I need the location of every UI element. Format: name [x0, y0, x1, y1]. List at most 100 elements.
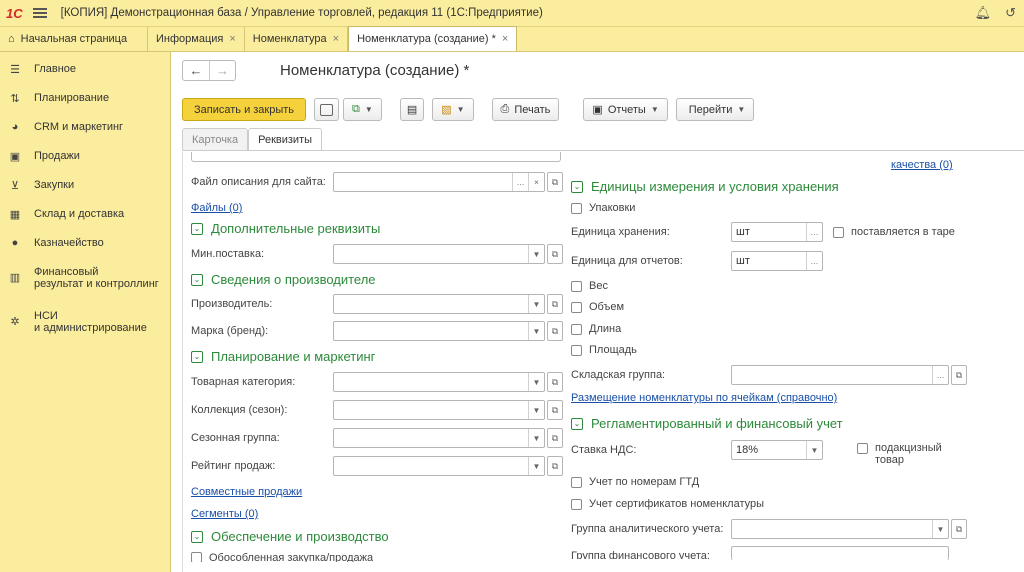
- chevron-down-icon[interactable]: ▼: [528, 401, 544, 419]
- warehouse-group-input[interactable]: …: [731, 365, 949, 385]
- excise-checkbox[interactable]: подакцизный товар: [857, 442, 942, 466]
- open-icon[interactable]: ⧉: [951, 519, 967, 539]
- create-based-button[interactable]: ⧉ ▼: [343, 98, 382, 121]
- open-icon[interactable]: ⧉: [547, 456, 563, 476]
- open-icon[interactable]: ⧉: [547, 428, 563, 448]
- sidebar-item-main[interactable]: ☰ Главное: [0, 54, 170, 83]
- chevron-down-icon[interactable]: ▼: [932, 520, 948, 538]
- manufacturer-label: Производитель:: [191, 298, 273, 310]
- open-icon[interactable]: ⧉: [547, 294, 563, 314]
- history-icon[interactable]: ↺: [1005, 5, 1016, 21]
- files-link[interactable]: Файлы (0): [191, 202, 242, 214]
- placement-link[interactable]: Размещение номенклатуры по ячейкам (спра…: [571, 392, 837, 404]
- close-icon[interactable]: ×: [229, 33, 235, 45]
- open-icon[interactable]: ⧉: [547, 244, 563, 264]
- back-button[interactable]: ←: [183, 61, 209, 80]
- length-checkbox[interactable]: Длина: [571, 323, 621, 335]
- rating-input[interactable]: ▼: [333, 456, 545, 476]
- chevron-down-icon[interactable]: ▼: [528, 322, 544, 340]
- tab-home[interactable]: ⌂ Начальная страница: [0, 27, 148, 51]
- site-file-input[interactable]: … ×: [333, 172, 545, 192]
- forward-button[interactable]: →: [209, 61, 235, 80]
- goto-button[interactable]: Перейти ▼: [675, 98, 755, 121]
- open-icon[interactable]: ⧉: [547, 321, 563, 341]
- attach-button[interactable]: ▧ ▼: [432, 98, 474, 121]
- bell-icon[interactable]: 🔔︎: [975, 5, 992, 21]
- sidebar-item-sales[interactable]: ▣ Продажи: [0, 141, 170, 170]
- storage-unit-input[interactable]: шт…: [731, 222, 823, 242]
- storage-unit-label: Единица хранения:: [571, 226, 670, 238]
- tab-nomenclature-create[interactable]: Номенклатура (создание) * ×: [348, 26, 518, 51]
- print-button[interactable]: ⎙ Печать: [491, 98, 560, 121]
- list-button[interactable]: ▤: [399, 98, 425, 121]
- app-logo: 1С: [6, 5, 23, 21]
- chevron-down-icon[interactable]: ▼: [528, 373, 544, 391]
- collection-input[interactable]: ▼: [333, 400, 545, 420]
- warehouse-group-label: Складская группа:: [571, 369, 666, 381]
- section-supply[interactable]: ⌄ Обеспечение и производство: [191, 529, 389, 544]
- select-button[interactable]: …: [512, 173, 528, 191]
- season-group-input[interactable]: ▼: [333, 428, 545, 448]
- category-input[interactable]: ▼: [333, 372, 545, 392]
- sidebar-item-finance[interactable]: ▥ Финансовый результат и контроллинг: [0, 257, 170, 301]
- save-close-button[interactable]: Записать и закрыть: [182, 98, 307, 121]
- select-button[interactable]: …: [806, 252, 822, 270]
- save-button[interactable]: [314, 98, 340, 121]
- tab-info[interactable]: Информация ×: [148, 27, 245, 51]
- quality-link[interactable]: качества (0): [891, 159, 953, 171]
- open-icon[interactable]: ⧉: [547, 372, 563, 392]
- volume-checkbox[interactable]: Объем: [571, 301, 624, 313]
- chevron-down-icon[interactable]: ▼: [528, 245, 544, 263]
- close-icon[interactable]: ×: [502, 33, 508, 45]
- brand-input[interactable]: ▼: [333, 321, 545, 341]
- reports-button[interactable]: ▣ Отчеты ▼: [583, 98, 668, 121]
- tab-requisites[interactable]: Реквизиты: [248, 128, 323, 151]
- section-manufacturer[interactable]: ⌄ Сведения о производителе: [191, 272, 376, 287]
- min-supply-input[interactable]: ▼: [333, 244, 545, 264]
- clear-icon[interactable]: ×: [528, 173, 544, 191]
- tare-checkbox[interactable]: поставляется в таре: [833, 226, 955, 238]
- select-button[interactable]: …: [932, 366, 948, 384]
- section-planning[interactable]: ⌄ Планирование и маркетинг: [191, 349, 375, 364]
- vat-select[interactable]: 18% ▼: [731, 440, 823, 460]
- weight-checkbox[interactable]: Вес: [571, 280, 608, 292]
- analytic-group-input[interactable]: ▼: [731, 519, 949, 539]
- fin-group-input[interactable]: [731, 546, 949, 560]
- report-unit-input[interactable]: шт…: [731, 251, 823, 271]
- sidebar-item-warehouse[interactable]: ▦ Склад и доставка: [0, 199, 170, 228]
- segments-link[interactable]: Сегменты (0): [191, 508, 258, 520]
- packages-checkbox[interactable]: Упаковки: [571, 202, 635, 214]
- open-icon[interactable]: ⧉: [547, 172, 563, 192]
- sidebar-item-label: Казначейство: [34, 237, 104, 249]
- certs-checkbox[interactable]: Учет сертификатов номенклатуры: [571, 498, 764, 510]
- sidebar-item-planning[interactable]: ⇅ Планирование: [0, 83, 170, 112]
- section-regulated[interactable]: ⌄ Регламентированный и финансовый учет: [571, 416, 843, 431]
- chevron-down-icon: ⌄: [191, 273, 203, 286]
- manufacturer-input[interactable]: ▼: [333, 294, 545, 314]
- close-icon[interactable]: ×: [333, 33, 339, 45]
- chevron-down-icon[interactable]: ▼: [528, 429, 544, 447]
- separate-purchase-checkbox[interactable]: Обособленная закупка/продажа: [191, 552, 373, 562]
- home-icon: ⌂: [8, 33, 15, 45]
- open-icon[interactable]: ⧉: [951, 365, 967, 385]
- sidebar-item-crm[interactable]: ◕ CRM и маркетинг: [0, 112, 170, 141]
- chevron-down-icon[interactable]: ▼: [528, 457, 544, 475]
- chevron-down-icon[interactable]: ▼: [528, 295, 544, 313]
- tab-label: Начальная страница: [20, 33, 128, 45]
- main-menu-icon[interactable]: [32, 8, 47, 18]
- sidebar-item-treasury[interactable]: ● Казначейство: [0, 228, 170, 257]
- tab-card[interactable]: Карточка: [182, 128, 249, 151]
- select-button[interactable]: …: [806, 223, 822, 241]
- area-checkbox[interactable]: Площадь: [571, 344, 637, 356]
- section-units[interactable]: ⌄ Единицы измерения и условия хранения: [571, 179, 839, 194]
- section-additional[interactable]: ⌄ Дополнительные реквизиты: [191, 221, 380, 236]
- checkbox-box: [571, 202, 582, 214]
- joint-sales-link[interactable]: Совместные продажи: [191, 486, 302, 498]
- sidebar-item-purchases[interactable]: ⊻ Закупки: [0, 170, 170, 199]
- open-icon[interactable]: ⧉: [547, 400, 563, 420]
- checkbox-box: [571, 323, 582, 335]
- sidebar-item-nsi[interactable]: ✲ НСИ и администрирование: [0, 301, 170, 345]
- gtd-checkbox[interactable]: Учет по номерам ГТД: [571, 476, 699, 488]
- tab-nomenclature[interactable]: Номенклатура ×: [245, 27, 349, 51]
- chevron-down-icon[interactable]: ▼: [806, 441, 822, 459]
